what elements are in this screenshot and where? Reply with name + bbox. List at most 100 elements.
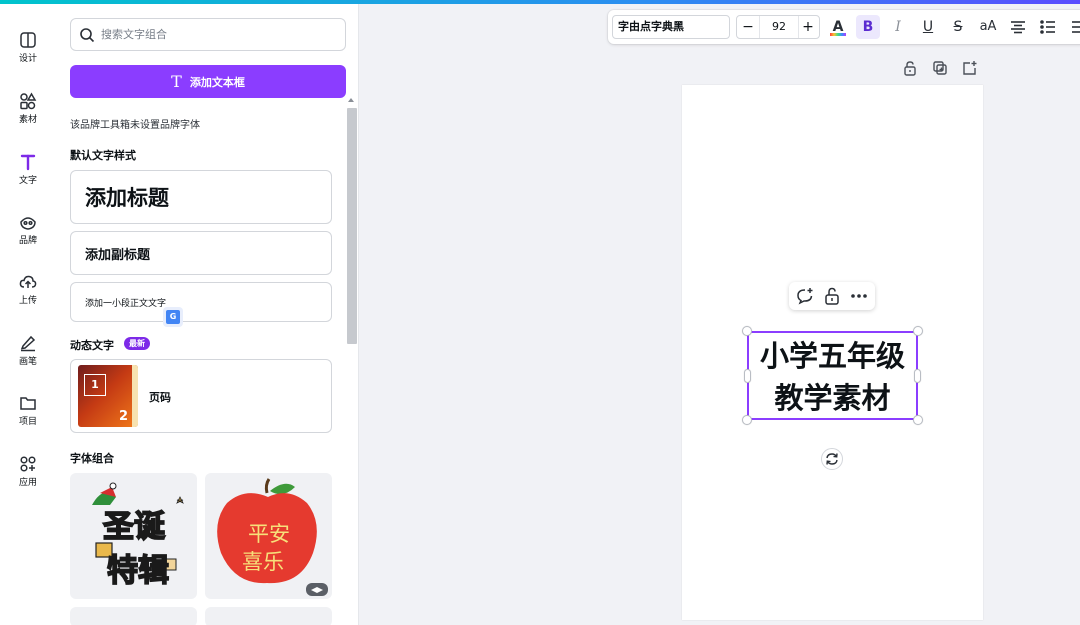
body-text-label: 添加一小段正文文字 bbox=[85, 298, 167, 309]
add-body-text-card[interactable]: 添加一小段正文文字 bbox=[70, 282, 332, 322]
resize-handle-bottom-left[interactable] bbox=[742, 415, 752, 425]
combo-1-line2: 特辑 bbox=[107, 553, 169, 589]
rail-item-design[interactable]: 设计 bbox=[0, 16, 56, 72]
christmas-combo-art: 圣诞 特辑 bbox=[92, 482, 184, 590]
heading-label: 添加标题 bbox=[85, 186, 169, 210]
bold-button[interactable]: B bbox=[856, 15, 880, 39]
scroll-up-arrow-icon[interactable] bbox=[348, 98, 354, 102]
resize-handle-top-left[interactable] bbox=[742, 326, 752, 336]
rail-item-text[interactable]: 文字 bbox=[0, 138, 56, 194]
comment-add-icon bbox=[797, 288, 813, 305]
bullet-list-button[interactable] bbox=[1036, 15, 1060, 39]
search-input[interactable] bbox=[101, 28, 331, 41]
font-size-value[interactable]: 92 bbox=[759, 16, 799, 38]
comment-button[interactable] bbox=[795, 286, 815, 306]
dynamic-text-title: 动态文字 bbox=[70, 339, 114, 352]
add-subheading-card[interactable]: 添加副标题 bbox=[70, 231, 332, 275]
line-spacing-icon bbox=[1072, 21, 1080, 33]
duplicate-page-button[interactable] bbox=[932, 60, 952, 80]
canvas-text-line-2: 教学素材 bbox=[774, 381, 891, 415]
font-size-increase-button[interactable]: + bbox=[797, 16, 819, 38]
color-swatch-bar bbox=[830, 33, 846, 36]
apps-icon bbox=[20, 456, 36, 472]
resize-handle-right[interactable] bbox=[914, 369, 921, 383]
rail-label: 文字 bbox=[18, 176, 37, 186]
line-spacing-button[interactable] bbox=[1064, 15, 1080, 39]
unlock-icon bbox=[825, 287, 839, 305]
translate-icon[interactable]: G bbox=[163, 307, 183, 327]
rail-item-upload[interactable]: 上传 bbox=[0, 258, 56, 314]
rail-label: 品牌 bbox=[18, 236, 37, 246]
rail-item-draw[interactable]: 画笔 bbox=[0, 319, 56, 375]
search-icon bbox=[80, 27, 95, 42]
thumb-number-one: 1 bbox=[84, 374, 106, 396]
elements-icon bbox=[20, 92, 37, 110]
font-combo-christmas[interactable]: 圣诞 特辑 bbox=[70, 473, 197, 599]
more-options-button[interactable] bbox=[849, 286, 869, 306]
scroll-thumb[interactable] bbox=[347, 108, 357, 344]
rail-label: 上传 bbox=[18, 296, 37, 306]
resize-handle-bottom-right[interactable] bbox=[913, 415, 923, 425]
folder-icon bbox=[20, 397, 36, 410]
align-center-icon bbox=[1011, 21, 1025, 34]
rail-item-elements[interactable]: 素材 bbox=[0, 77, 56, 133]
apple-combo-art: 平安 喜乐 bbox=[217, 478, 328, 596]
lock-element-button[interactable] bbox=[822, 286, 842, 306]
text-icon bbox=[20, 154, 36, 171]
element-context-menu bbox=[789, 282, 875, 310]
font-combos-title: 字体组合 bbox=[70, 452, 114, 465]
side-rail: 设计 素材 文字 品牌 上传 画笔 项目 应用 bbox=[0, 4, 56, 625]
add-page-icon bbox=[963, 61, 977, 75]
page-number-card[interactable]: 1 2 页码 bbox=[70, 359, 332, 433]
resize-handle-left[interactable] bbox=[744, 369, 751, 383]
italic-button[interactable]: I bbox=[886, 15, 910, 39]
upload-cloud-icon bbox=[19, 275, 37, 288]
canvas-text-line-1: 小学五年级 bbox=[759, 339, 905, 373]
rail-label: 项目 bbox=[18, 417, 37, 427]
strikethrough-button[interactable]: S bbox=[946, 15, 970, 39]
font-family-select[interactable]: 字由点字典黑 bbox=[612, 15, 730, 39]
rail-label: 应用 bbox=[18, 478, 37, 488]
combo-2-line1: 平安 bbox=[248, 522, 290, 546]
add-heading-card[interactable]: 添加标题 bbox=[70, 170, 332, 224]
selected-text-box[interactable]: 小学五年级 教学素材 bbox=[747, 331, 918, 420]
rotate-button[interactable] bbox=[821, 448, 843, 470]
add-textbox-button[interactable]: T 添加文本框 bbox=[70, 65, 346, 98]
combo-2-line2: 喜乐 bbox=[242, 550, 284, 574]
brand-font-note: 该品牌工具箱未设置品牌字体 bbox=[70, 120, 200, 131]
font-combo-4[interactable] bbox=[205, 607, 332, 625]
rail-label: 设计 bbox=[18, 54, 37, 64]
text-color-button[interactable]: A bbox=[826, 15, 850, 39]
font-combo-3[interactable] bbox=[70, 607, 197, 625]
rail-item-apps[interactable]: 应用 bbox=[0, 440, 56, 496]
search-box[interactable] bbox=[70, 18, 346, 51]
brand-icon bbox=[20, 217, 36, 230]
text-panel: T 添加文本框 该品牌工具箱未设置品牌字体 默认文字样式 添加标题 添加副标题 … bbox=[56, 4, 359, 625]
default-styles-title: 默认文字样式 bbox=[70, 149, 136, 162]
panel-scrollbar[interactable] bbox=[346, 96, 358, 625]
rail-item-projects[interactable]: 项目 bbox=[0, 379, 56, 435]
page-actions bbox=[900, 60, 980, 80]
align-center-button[interactable] bbox=[1006, 15, 1030, 39]
combo-1-line1: 圣诞 bbox=[103, 509, 166, 545]
lock-page-button[interactable] bbox=[902, 60, 922, 80]
font-size-stepper: − 92 + bbox=[736, 15, 820, 39]
page-number-thumbnail: 1 2 bbox=[78, 365, 138, 427]
add-page-button[interactable] bbox=[962, 60, 982, 80]
thumb-number-two: 2 bbox=[118, 409, 128, 424]
bullet-list-icon bbox=[1040, 20, 1055, 34]
text-toolbar: 字由点字典黑 − 92 + A B I U S aA bbox=[608, 10, 1080, 44]
canvas-text[interactable]: 小学五年级 教学素材 bbox=[749, 335, 916, 419]
underline-button[interactable]: U bbox=[916, 15, 940, 39]
more-dots-icon bbox=[851, 294, 867, 298]
letter-case-button[interactable]: aA bbox=[976, 15, 1000, 39]
resize-handle-top-right[interactable] bbox=[913, 326, 923, 336]
page-number-label: 页码 bbox=[149, 391, 171, 404]
rail-item-brand[interactable]: 品牌 bbox=[0, 198, 56, 254]
font-combo-apple[interactable]: 平安 喜乐 bbox=[205, 473, 332, 599]
new-badge: 最新 bbox=[124, 337, 150, 350]
text-t-icon: T bbox=[171, 72, 182, 91]
font-size-decrease-button[interactable]: − bbox=[737, 16, 759, 38]
draw-pen-icon bbox=[20, 335, 36, 352]
unlock-icon bbox=[904, 61, 916, 76]
